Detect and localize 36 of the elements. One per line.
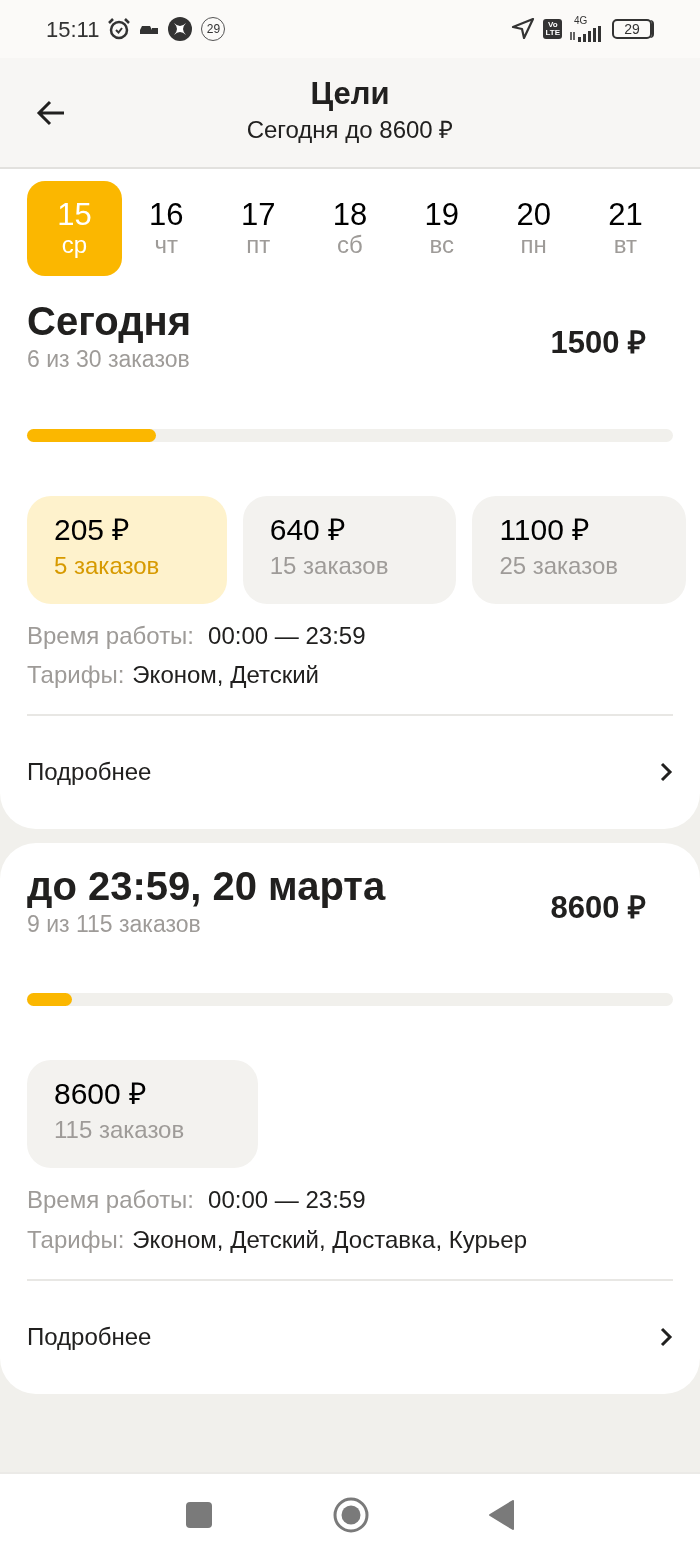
back-arrow-icon[interactable]: [36, 100, 66, 126]
tier-option[interactable]: 205 ₽ 5 заказов: [27, 495, 227, 604]
details-link[interactable]: Подробнее: [27, 1278, 673, 1394]
page-subtitle: Сегодня до 8600 ₽: [246, 114, 454, 145]
network-type: 4G: [574, 16, 588, 26]
location-icon: [511, 17, 536, 41]
info-value: Эконом, Детский, Доставка, Курьер: [132, 1224, 527, 1255]
goal-title: до 23:59, 20 марта: [27, 864, 386, 907]
recents-icon[interactable]: [185, 1501, 213, 1529]
back-icon[interactable]: [489, 1500, 515, 1530]
goal-amount: 1500 ₽: [550, 324, 646, 362]
details-link[interactable]: Подробнее: [27, 713, 673, 829]
goal-progress-text: 9 из 115 заказов: [27, 909, 202, 939]
app-icon: [167, 16, 194, 42]
info-value: Эконом, Детский: [132, 659, 319, 690]
tier-option[interactable]: 8600 ₽ 115 заказов: [27, 1060, 258, 1169]
alarm-icon: [107, 17, 132, 41]
info-label: Тарифы:: [27, 659, 125, 690]
volte-indicator: Vo LTE: [543, 19, 562, 39]
info-value: 00:00 — 23:59: [208, 620, 366, 651]
chevron-right-icon: [659, 760, 673, 783]
home-icon[interactable]: [333, 1497, 369, 1533]
info-label: Тарифы:: [27, 1224, 125, 1255]
battery-indicator: 29: [612, 19, 652, 39]
goal-progress-text: 6 из 30 заказов: [27, 345, 191, 374]
page-title: Цели: [310, 77, 390, 112]
goal-title: Сегодня: [27, 300, 192, 342]
tier-option[interactable]: 1100 ₽ 25 заказов: [472, 495, 686, 604]
signal-icon: [570, 26, 604, 42]
info-value: 00:00 — 23:59: [208, 1185, 366, 1216]
tier-option[interactable]: 640 ₽ 15 заказов: [242, 495, 457, 604]
chevron-right-icon: [659, 1325, 673, 1348]
goal-amount: 8600 ₽: [550, 888, 646, 927]
info-label: Время работы:: [27, 620, 195, 651]
clock-time: 15:11: [46, 15, 100, 44]
info-label: Время работы:: [27, 1185, 195, 1216]
